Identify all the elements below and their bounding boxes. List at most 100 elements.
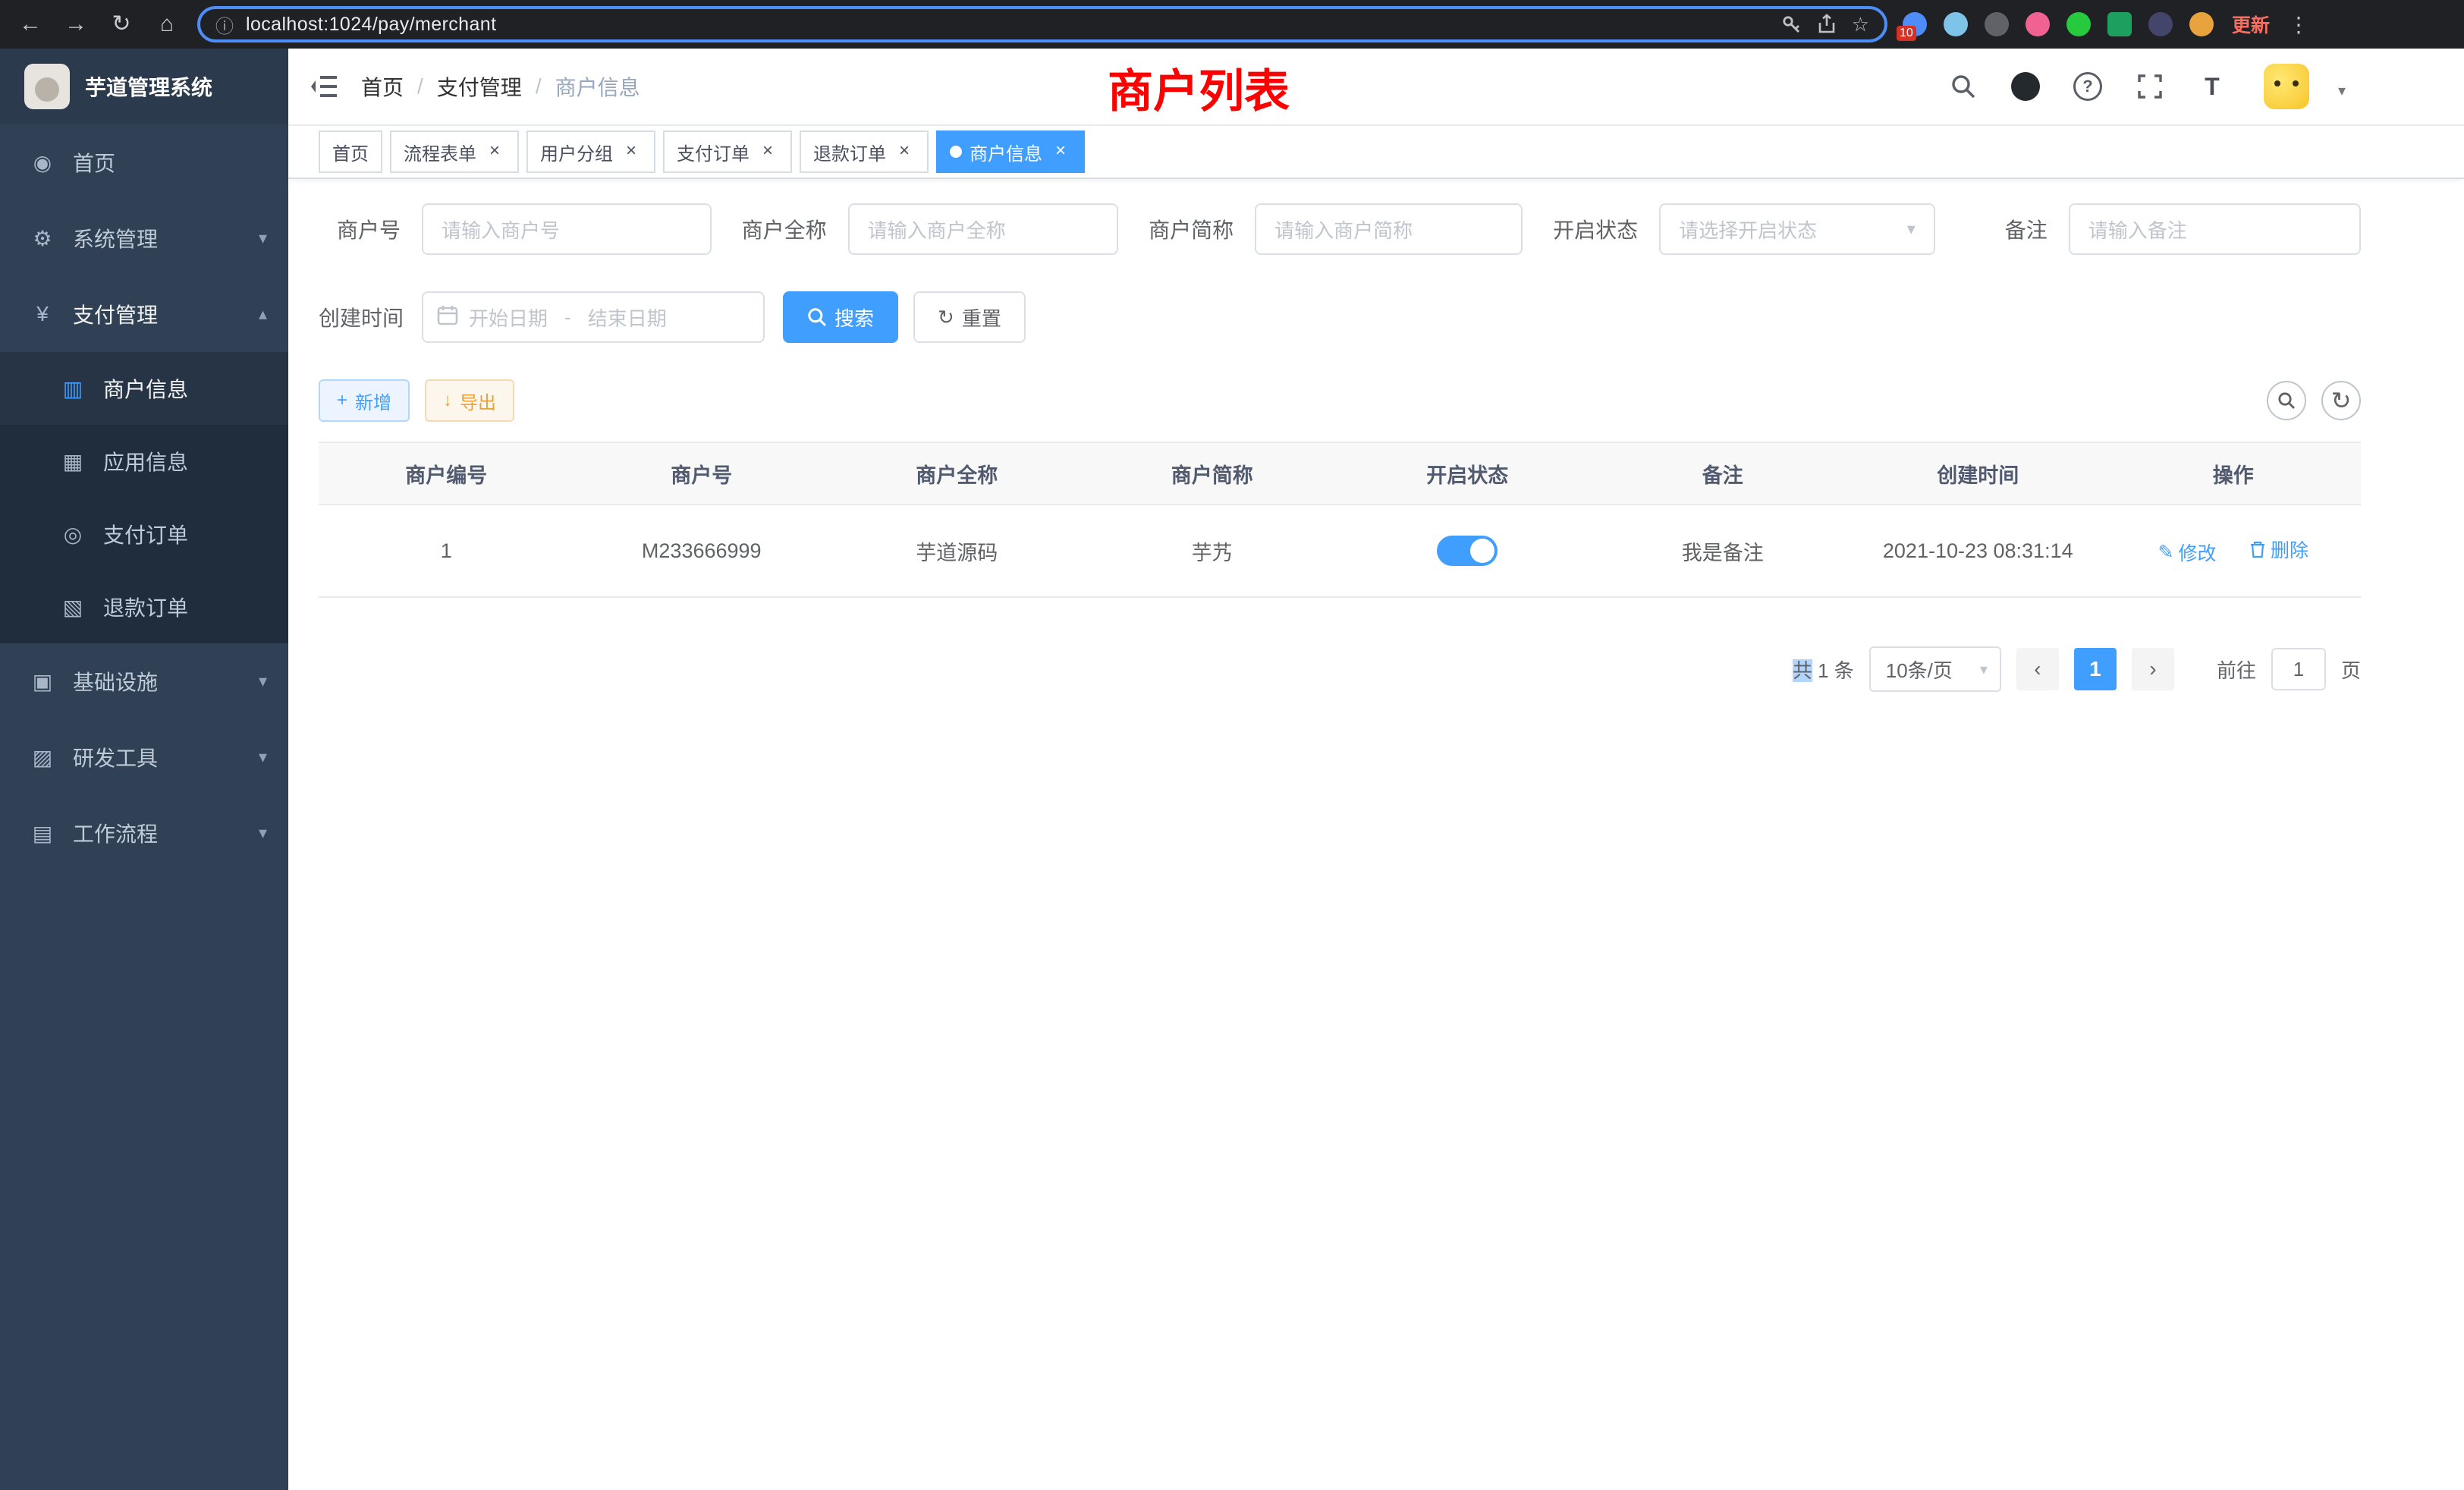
extension-icon-green-square[interactable] (2107, 12, 2132, 36)
payment-submenu: ▥ 商户信息 ▦ 应用信息 ◎ 支付订单 ▧ 退款订单 (0, 352, 288, 643)
sidebar-item-label: 应用信息 (103, 446, 267, 476)
extension-icon-navy[interactable] (2148, 12, 2173, 36)
url-bar[interactable]: ⓘ localhost:1024/pay/merchant ☆ (197, 6, 1887, 42)
close-icon[interactable]: × (484, 141, 505, 162)
refresh-table-button[interactable]: ↻ (2321, 381, 2361, 420)
extension-badge: 10 (1897, 26, 1916, 41)
extension-icon-dark[interactable] (1985, 12, 2009, 36)
sidebar-item-refund-order[interactable]: ▧ 退款订单 (0, 571, 288, 643)
tab-user-group[interactable]: 用户分组 × (526, 130, 655, 173)
chevron-down-icon: ▾ (1980, 660, 1988, 679)
extension-icon-pink[interactable] (2026, 12, 2050, 36)
export-button[interactable]: ↓ 导出 (425, 379, 514, 422)
font-size-icon[interactable]: T (2192, 67, 2232, 106)
tab-home[interactable]: 首页 (319, 130, 382, 173)
table-toolbar: + 新增 ↓ 导出 ↻ (319, 379, 2361, 422)
close-icon[interactable]: × (894, 141, 915, 162)
edit-link[interactable]: ✎ 修改 (2158, 539, 2217, 566)
user-caret-icon[interactable]: ▾ (2338, 81, 2346, 109)
extension-icon-green-circle[interactable] (2066, 12, 2091, 36)
tab-label: 退款订单 (813, 139, 886, 165)
page-info-icon[interactable]: ⓘ (215, 11, 234, 38)
download-icon: ↓ (443, 390, 452, 411)
sidebar-item-workflow[interactable]: ▤ 工作流程 ▾ (0, 795, 288, 871)
sidebar-item-home[interactable]: ◉ 首页 (0, 124, 288, 200)
date-separator: - (558, 306, 577, 329)
create-time-range-picker[interactable]: 开始日期 - 结束日期 (422, 291, 765, 343)
sidebar-item-app-info[interactable]: ▦ 应用信息 (0, 425, 288, 498)
app-grid-icon: ▦ (61, 449, 85, 474)
app-logo-row[interactable]: 芋道管理系统 (0, 49, 288, 124)
tab-label: 首页 (332, 139, 369, 165)
reset-button[interactable]: ↻ 重置 (913, 291, 1026, 343)
help-icon[interactable]: ? (2068, 67, 2107, 106)
close-icon[interactable]: × (757, 141, 778, 162)
back-icon[interactable]: ← (15, 0, 46, 49)
col-merchant-name: 商户全称 (829, 442, 1085, 505)
filter-row-1: 商户号 请输入商户号 商户全称 请输入商户全称 商户简称 请输入商户简称 开启状… (319, 203, 2361, 255)
page-1-button[interactable]: 1 (2074, 648, 2117, 690)
show-search-button[interactable] (2267, 381, 2306, 420)
hamburger-icon[interactable] (310, 71, 340, 102)
status-toggle[interactable] (1437, 536, 1498, 566)
page-size-select[interactable]: 10条/页 ▾ (1869, 646, 2001, 692)
extension-icon-blue[interactable]: 10 (1903, 12, 1927, 36)
extension-icon-droplet[interactable] (1944, 12, 1968, 36)
sidebar-item-label: 支付订单 (103, 519, 267, 549)
workflow-icon: ▤ (30, 821, 55, 846)
delete-link[interactable]: 删除 (2249, 536, 2308, 563)
key-icon[interactable] (1780, 14, 1802, 35)
tab-process-form[interactable]: 流程表单 × (390, 130, 519, 173)
sidebar-item-label: 支付管理 (73, 299, 240, 329)
tab-pay-order[interactable]: 支付订单 × (663, 130, 792, 173)
merchant-short-input[interactable]: 请输入商户简称 (1255, 203, 1523, 255)
pencil-icon: ✎ (2158, 541, 2174, 564)
breadcrumb-payment[interactable]: 支付管理 (437, 71, 522, 102)
bookmark-star-icon[interactable]: ☆ (1852, 13, 1869, 36)
sidebar-item-label: 商户信息 (103, 373, 267, 404)
breadcrumb-home[interactable]: 首页 (361, 71, 404, 102)
status-select[interactable]: 请选择开启状态 ▾ (1659, 203, 1935, 255)
profile-avatar-icon[interactable] (2189, 12, 2214, 36)
github-icon[interactable] (2006, 67, 2045, 106)
forward-icon[interactable]: → (61, 0, 91, 49)
share-icon[interactable] (1817, 14, 1837, 35)
prev-page-button[interactable]: ‹ (2016, 648, 2059, 690)
tab-label: 商户信息 (970, 139, 1042, 165)
merchant-no-input[interactable]: 请输入商户号 (422, 203, 712, 255)
sidebar-item-infra[interactable]: ▣ 基础设施 ▾ (0, 643, 288, 719)
sidebar-item-system[interactable]: ⚙ 系统管理 ▾ (0, 200, 288, 276)
url-text[interactable]: localhost:1024/pay/merchant (246, 14, 1768, 36)
sidebar: 芋道管理系统 ◉ 首页 ⚙ 系统管理 ▾ ¥ 支付管理 ▴ ▥ 商户信息 (0, 49, 288, 1490)
add-button[interactable]: + 新增 (319, 379, 410, 422)
tab-merchant-info[interactable]: 商户信息 × (936, 130, 1085, 173)
chrome-update-button[interactable]: 更新 (2229, 11, 2273, 38)
sidebar-item-merchant-info[interactable]: ▥ 商户信息 (0, 352, 288, 425)
chrome-menu-icon[interactable]: ⋮ (2288, 12, 2309, 37)
fullscreen-icon[interactable] (2130, 67, 2170, 106)
search-button[interactable]: 搜索 (783, 291, 898, 343)
cell-remark: 我是备注 (1595, 505, 1851, 597)
goto-label: 前往 (2217, 655, 2256, 684)
merchant-name-input[interactable]: 请输入商户全称 (848, 203, 1119, 255)
tab-refund-order[interactable]: 退款订单 × (800, 130, 929, 173)
search-icon[interactable] (1944, 67, 1983, 106)
trash-icon (2249, 540, 2266, 558)
tools-icon: ▨ (30, 745, 55, 770)
sidebar-item-payment[interactable]: ¥ 支付管理 ▴ (0, 276, 288, 352)
remark-input[interactable]: 请输入备注 (2069, 203, 2361, 255)
goto-page-input[interactable]: 1 (2271, 648, 2326, 690)
col-merchant-id: 商户编号 (319, 442, 574, 505)
merchant-name-label: 商户全称 (712, 214, 848, 244)
close-icon[interactable]: × (621, 141, 642, 162)
user-avatar[interactable] (2264, 64, 2309, 109)
sidebar-item-pay-order[interactable]: ◎ 支付订单 (0, 498, 288, 571)
next-page-button[interactable]: › (2132, 648, 2174, 690)
chevron-down-icon: ▾ (259, 747, 267, 767)
merchant-no-label: 商户号 (319, 214, 422, 244)
remark-label: 备注 (1935, 214, 2069, 244)
reload-icon[interactable]: ↻ (106, 0, 137, 49)
close-icon[interactable]: × (1050, 141, 1071, 162)
home-icon[interactable]: ⌂ (152, 0, 182, 49)
sidebar-item-devtools[interactable]: ▨ 研发工具 ▾ (0, 719, 288, 795)
